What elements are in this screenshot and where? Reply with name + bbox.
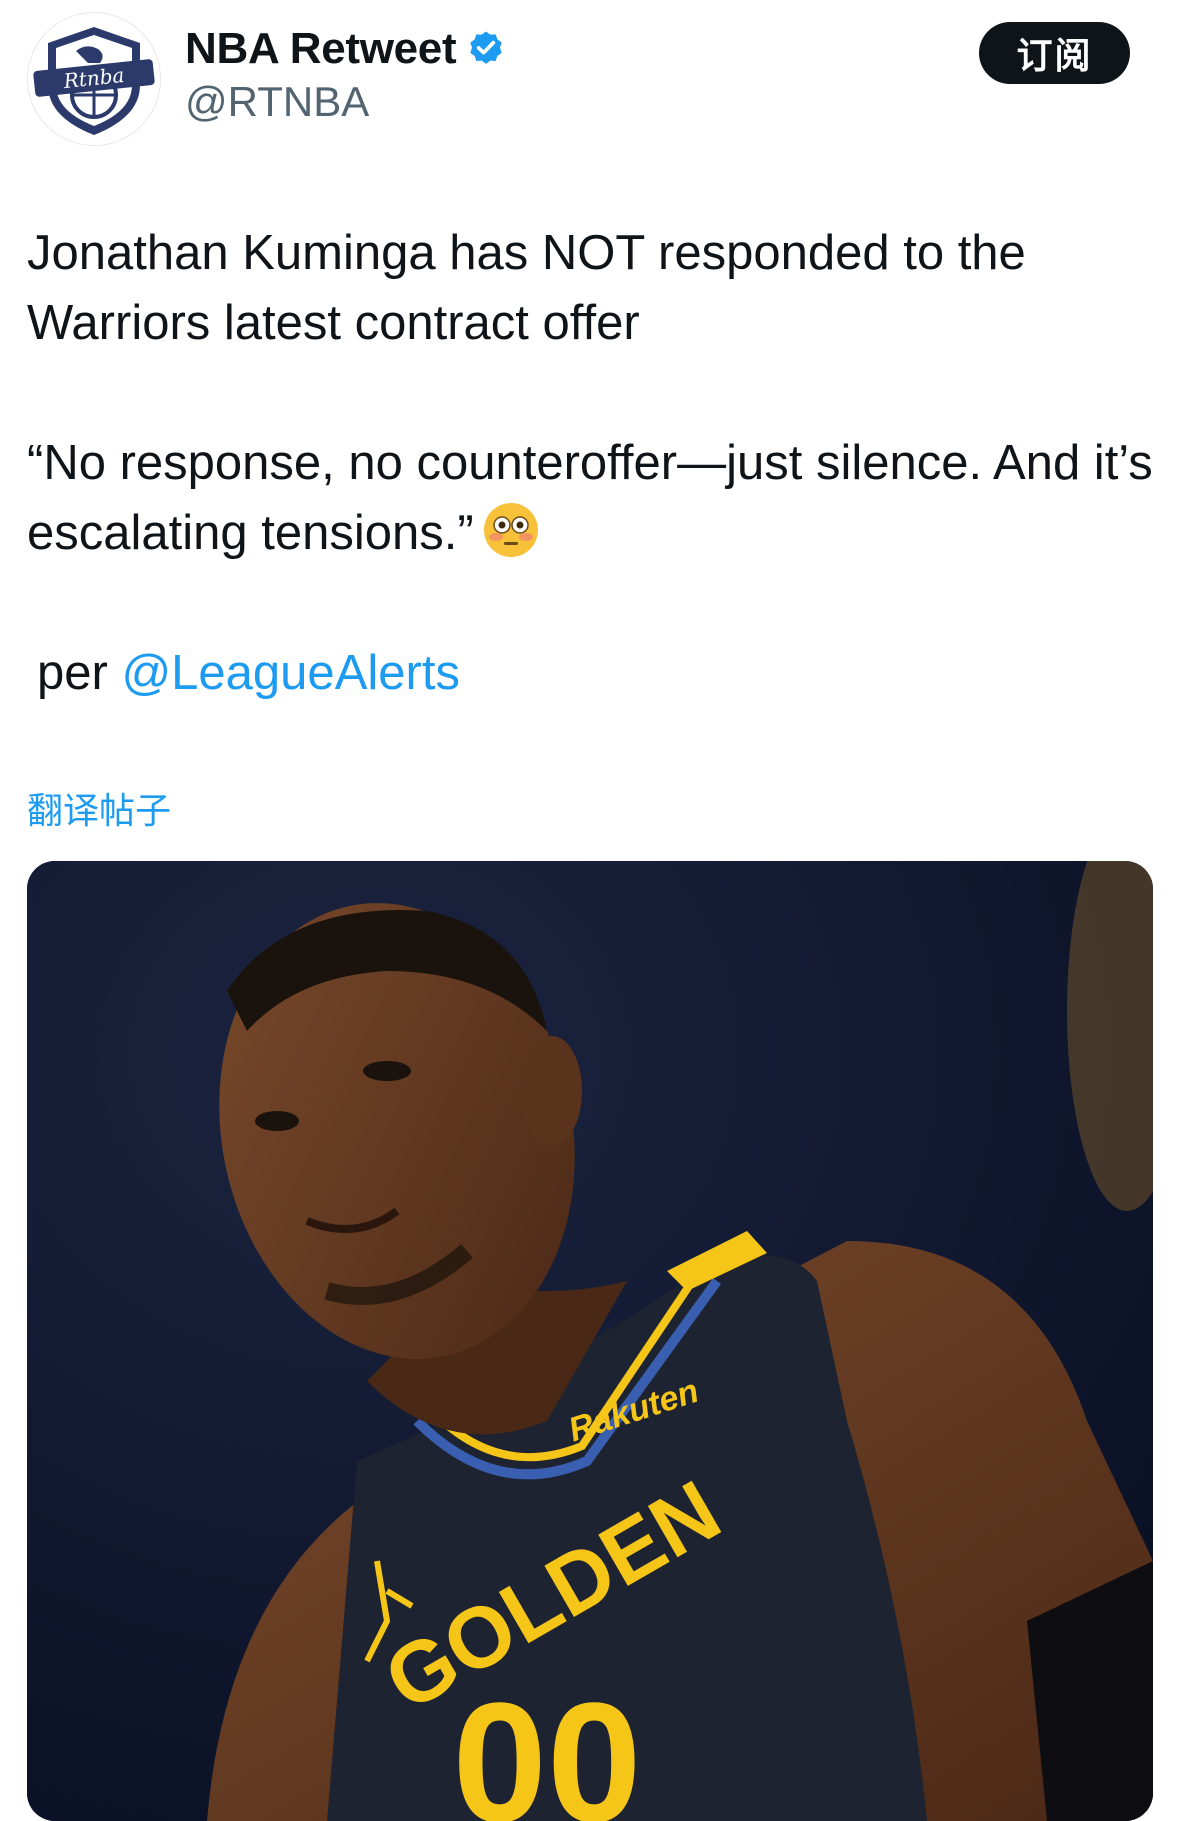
tweet-quote-text: “No response, no counteroffer—just silen… [27,436,1153,560]
tweet-paragraph-1: Jonathan Kuminga has NOT responded to th… [27,226,1026,350]
name-row: NBA Retweet [185,18,506,80]
mention-link[interactable]: @LeagueAlerts [121,646,460,700]
tweet-header: Rtnba NBA Retweet @RTNBA 订阅 [0,0,1179,160]
credit-prefix: per [37,646,122,700]
rtnba-logo-icon: Rtnba [28,13,160,145]
tweet-paragraph-2: “No response, no counteroffer—just silen… [27,428,1177,568]
player-photo: Rakuten GOLDEN 00 [27,861,1153,1821]
jersey-number-text: 00 [452,1668,641,1821]
flushed-face-emoji-icon [482,501,540,559]
translate-post-link[interactable]: 翻译帖子 [27,782,171,834]
tweet-paragraph-3: per @LeagueAlerts [37,638,1137,708]
tweet-media-image[interactable]: Rakuten GOLDEN 00 [27,861,1153,1821]
user-handle[interactable]: @RTNBA [185,78,369,126]
verified-badge-icon [466,29,506,69]
profile-avatar[interactable]: Rtnba [27,12,161,146]
display-name[interactable]: NBA Retweet [185,24,457,74]
subscribe-button[interactable]: 订阅 [979,22,1130,84]
